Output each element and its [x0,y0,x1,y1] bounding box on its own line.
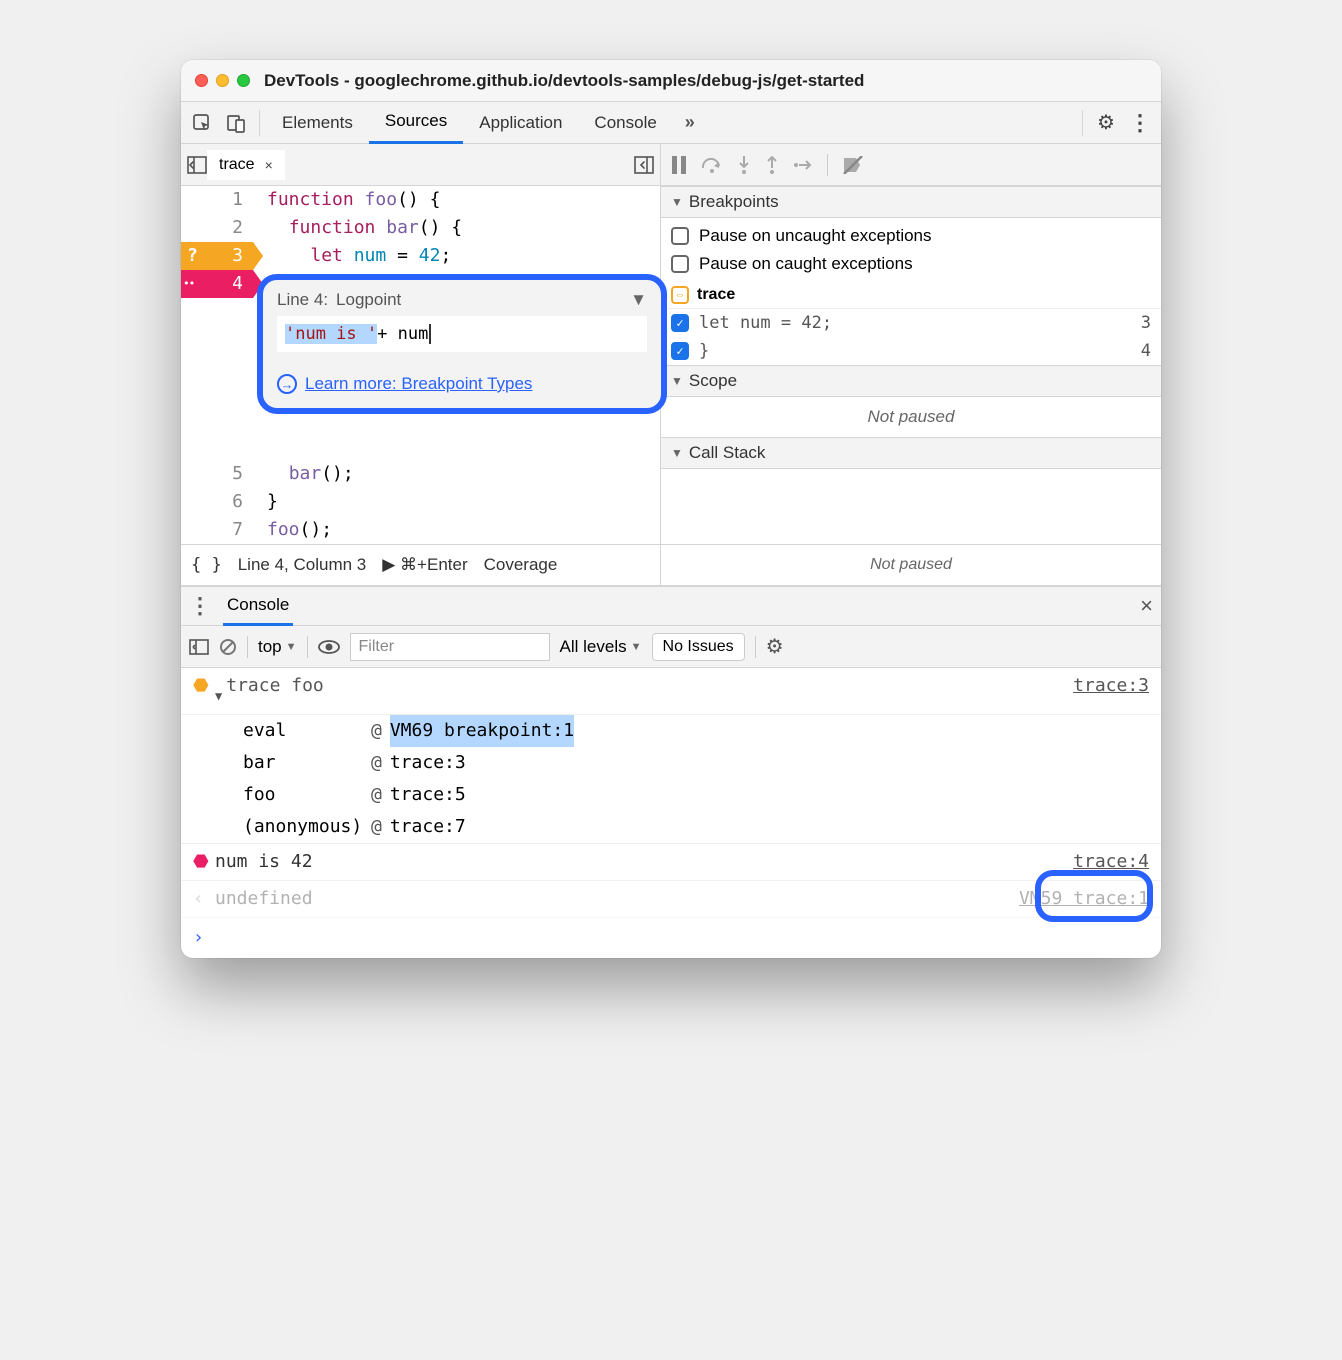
minimize-icon[interactable] [216,74,229,87]
line-gutter[interactable]: 1 2 3 4 5 6 7 [181,186,253,544]
tab-application[interactable]: Application [463,102,578,144]
stack-link[interactable]: VM69 breakpoint:1 [390,715,574,747]
scope-pane-header[interactable]: ▼Scope [661,365,1161,397]
tab-sources[interactable]: Sources [369,102,463,144]
pretty-print-button[interactable]: { } [191,555,222,575]
log-level-selector[interactable]: All levels▼ [560,637,642,657]
source-link[interactable]: trace:4 [1073,846,1149,878]
live-expression-icon[interactable] [318,640,340,654]
devtools-window: DevTools - googlechrome.github.io/devtoo… [181,60,1161,958]
stack-link[interactable]: trace:3 [390,747,466,779]
drawer-close-icon[interactable]: × [1140,593,1153,619]
zoom-icon[interactable] [237,74,250,87]
breakpoint-item[interactable]: ✓ let num = 42; 3 [661,309,1161,337]
debugger-sidebar-toggle-icon[interactable] [634,156,654,174]
breakpoint-checkbox[interactable]: ✓ [671,342,689,360]
step-out-icon[interactable] [765,156,779,174]
clear-console-icon[interactable] [219,638,237,656]
file-tab-close-icon[interactable]: × [265,157,273,173]
chevron-down-icon[interactable]: ▼ [630,290,647,310]
breakpoint-type-dropdown[interactable]: Logpoint [336,290,622,310]
breakpoint-marker-conditional: 3 [181,242,253,270]
script-badge-icon: ⇔ [671,286,689,304]
coverage-button[interactable]: Coverage [484,555,558,575]
kebab-menu-icon[interactable]: ⋮ [1123,106,1157,140]
arrow-right-circle-icon: → [277,374,297,394]
drawer-tab-console[interactable]: Console [223,586,293,626]
console-output: ⬣ ▼ trace foo trace:3 eval@ VM69 breakpo… [181,668,1161,958]
console-settings-icon[interactable]: ⚙ [766,634,784,659]
breakpoint-group-trace[interactable]: ⇔ trace [661,282,1161,309]
issues-button[interactable]: No Issues [652,633,745,661]
tab-console[interactable]: Console [578,102,672,144]
console-sidebar-toggle-icon[interactable] [189,639,209,655]
inspect-element-icon[interactable] [185,106,219,140]
settings-icon[interactable]: ⚙ [1089,106,1123,140]
stack-link[interactable]: trace:7 [390,811,466,843]
titlebar: DevTools - googlechrome.github.io/devtoo… [181,60,1161,102]
device-toggle-icon[interactable] [219,106,253,140]
step-icon[interactable] [793,158,813,172]
learn-more-link[interactable]: Learn more: Breakpoint Types [305,374,532,394]
source-link[interactable]: trace:3 [1073,670,1149,702]
source-link[interactable]: VM59 trace:1 [1019,883,1149,915]
cursor-position: Line 4, Column 3 [238,555,367,575]
warning-icon: ⬣ [193,670,215,702]
callstack-not-paused: Not paused [661,545,1161,585]
file-tab-trace[interactable]: trace × [207,150,285,180]
more-tabs-button[interactable]: » [673,112,707,133]
disclosure-triangle-icon[interactable]: ▼ [215,680,222,712]
navigator-toggle-icon[interactable] [187,156,207,174]
drawer-menu-icon[interactable]: ⋮ [189,593,211,619]
breakpoint-checkbox[interactable]: ✓ [671,314,689,332]
step-over-icon[interactable] [701,156,723,174]
breakpoint-editor-popup: Line 4: Logpoint ▼ 'num is ' + num → Lea… [257,274,667,414]
context-selector[interactable]: top▼ [258,637,297,657]
logpoint-expression-input[interactable]: 'num is ' + num [277,316,647,352]
window-title: DevTools - googlechrome.github.io/devtoo… [264,71,864,91]
callstack-pane-header[interactable]: ▼Call Stack [661,437,1161,469]
breakpoint-marker-logpoint: 4 [181,270,253,298]
stack-link[interactable]: trace:5 [390,779,466,811]
scope-not-paused: Not paused [661,397,1161,437]
deactivate-breakpoints-icon[interactable] [842,156,864,174]
step-into-icon[interactable] [737,156,751,174]
close-icon[interactable] [195,74,208,87]
logpoint-icon: ⬣ [193,846,215,878]
popup-line-label: Line 4: [277,290,328,310]
console-prompt[interactable]: › [181,918,1161,958]
main-tabbar: Elements Sources Application Console » ⚙… [181,102,1161,144]
pause-caught-checkbox[interactable] [671,255,689,273]
breakpoint-item[interactable]: ✓ } 4 [661,337,1161,365]
breakpoints-pane-header[interactable]: ▼Breakpoints [661,186,1161,218]
return-value-icon: ‹ [193,883,215,915]
pause-icon[interactable] [671,156,687,174]
console-filter-input[interactable]: Filter [350,633,550,661]
run-snippet-hint[interactable]: ▶ ⌘+Enter [382,555,467,575]
file-tab-label: trace [219,156,255,174]
tab-elements[interactable]: Elements [266,102,369,144]
pause-uncaught-checkbox[interactable] [671,227,689,245]
